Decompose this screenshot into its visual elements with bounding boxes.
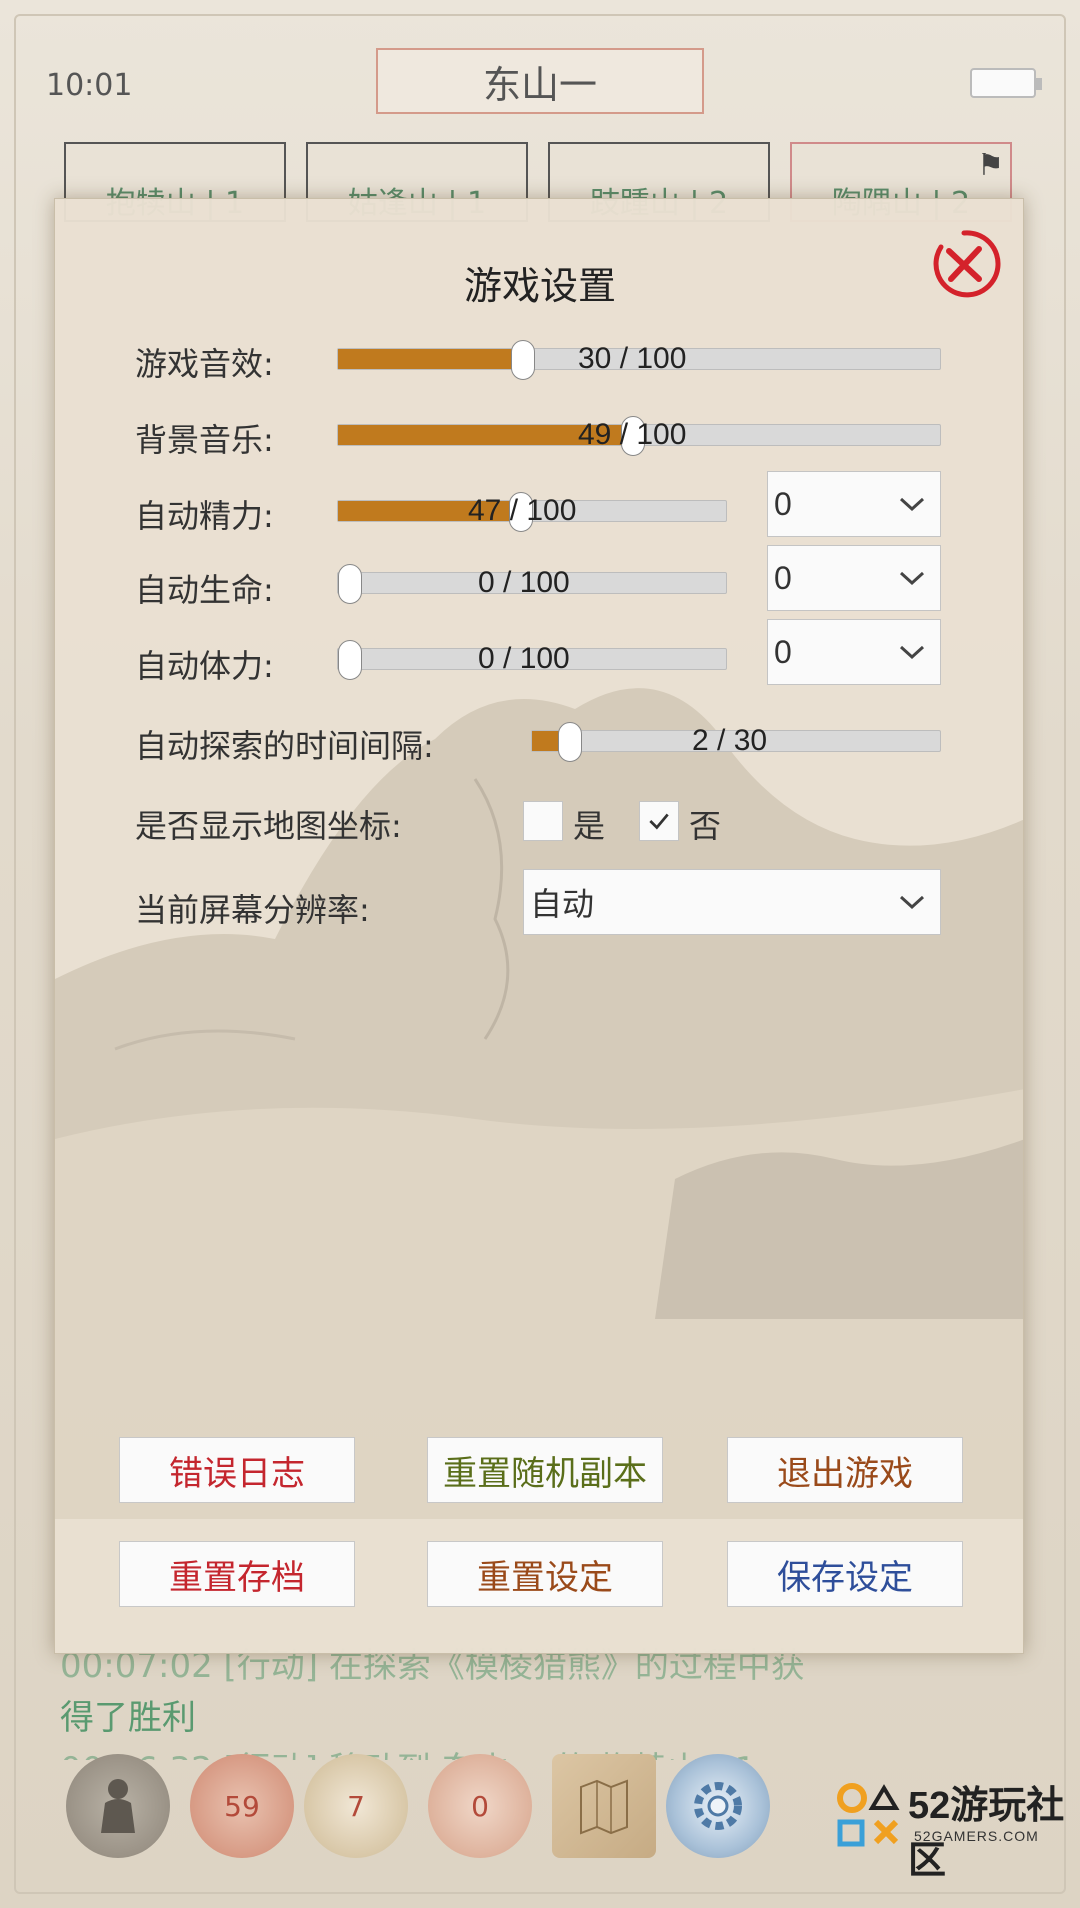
auto-stamina-select[interactable]: 0 bbox=[767, 619, 941, 685]
reset-settings-button[interactable]: 重置设定 bbox=[427, 1541, 663, 1607]
chevron-down-icon bbox=[899, 645, 925, 660]
slider-fill bbox=[338, 501, 521, 521]
map-icon[interactable] bbox=[552, 1754, 656, 1858]
gear-shape bbox=[694, 1782, 742, 1830]
chevron-down-icon bbox=[899, 571, 925, 586]
slider-thumb[interactable] bbox=[557, 722, 582, 762]
show-coords-label: 是否显示地图坐标: bbox=[135, 807, 402, 845]
character-silhouette bbox=[101, 1779, 135, 1833]
scroll-count: 0 bbox=[471, 1789, 489, 1823]
character-icon[interactable] bbox=[66, 1754, 170, 1858]
sound-effects-slider[interactable]: 30 / 100 bbox=[337, 340, 941, 380]
error-log-button[interactable]: 错误日志 bbox=[119, 1437, 355, 1503]
dice-count: 59 bbox=[224, 1789, 260, 1823]
map-lines bbox=[580, 1779, 628, 1835]
watermark: 52游玩社区 52GAMERS.COM bbox=[828, 1760, 1068, 1882]
show-coords-no-label: 否 bbox=[689, 807, 722, 845]
show-coords-yes-checkbox[interactable] bbox=[523, 801, 563, 841]
dialog-title: 游戏设置 bbox=[463, 264, 616, 308]
scroll-icon[interactable]: 0 bbox=[428, 1754, 532, 1858]
battery-icon bbox=[970, 68, 1042, 98]
resolution-select[interactable]: 自动 bbox=[523, 869, 941, 935]
chevron-down-icon bbox=[899, 497, 925, 512]
select-value: 0 bbox=[774, 559, 792, 596]
settings-gear-icon[interactable] bbox=[666, 1754, 770, 1858]
auto-energy-select[interactable]: 0 bbox=[767, 471, 941, 537]
auto-life-select[interactable]: 0 bbox=[767, 545, 941, 611]
slider-thumb[interactable] bbox=[511, 340, 536, 380]
slider-thumb[interactable] bbox=[621, 416, 646, 456]
slider-value: 30 / 100 bbox=[578, 342, 687, 375]
wings-count: 7 bbox=[347, 1789, 365, 1823]
auto-stamina-label: 自动体力: bbox=[135, 647, 274, 685]
watermark-url: 52GAMERS.COM bbox=[914, 1828, 1039, 1844]
slider-fill bbox=[338, 425, 633, 445]
reset-save-button[interactable]: 重置存档 bbox=[119, 1541, 355, 1607]
reset-random-dungeon-button[interactable]: 重置随机副本 bbox=[427, 1437, 663, 1503]
bgm-label: 背景音乐: bbox=[135, 421, 274, 459]
auto-life-label: 自动生命: bbox=[135, 571, 274, 609]
chevron-down-icon bbox=[899, 895, 925, 910]
select-value: 0 bbox=[774, 485, 792, 522]
slider-thumb[interactable] bbox=[338, 564, 362, 604]
flag-icon: ⚑ bbox=[977, 148, 1004, 183]
message-log: 00:07:02 [行动] 在探索《模棱猎熊》的过程中获 得了胜利 00:56:… bbox=[60, 1640, 1020, 1760]
show-coords-yes-label: 是 bbox=[573, 807, 606, 845]
quit-game-button[interactable]: 退出游戏 bbox=[727, 1437, 963, 1503]
log-line: 得了胜利 bbox=[60, 1698, 196, 1738]
show-coords-no-checkbox[interactable] bbox=[639, 801, 679, 841]
wings-icon[interactable]: 7 bbox=[304, 1754, 408, 1858]
dice-icon[interactable]: 59 bbox=[190, 1754, 294, 1858]
save-settings-button[interactable]: 保存设定 bbox=[727, 1541, 963, 1607]
close-icon[interactable] bbox=[927, 227, 1001, 301]
settings-dialog: 游戏设置 游戏音效: 30 / 100 背景音乐: 49 / 100 自动精力:… bbox=[54, 198, 1024, 1654]
select-value: 0 bbox=[774, 633, 792, 670]
slider-thumb[interactable] bbox=[509, 492, 534, 532]
bottom-toolbar: 59 7 0 bbox=[54, 1754, 794, 1874]
slider-fill bbox=[532, 731, 560, 751]
slider-fill bbox=[338, 349, 519, 369]
auto-energy-slider[interactable]: 47 / 100 bbox=[337, 492, 727, 532]
location-title: 东山一 bbox=[376, 48, 704, 114]
explore-interval-slider[interactable]: 2 / 30 bbox=[531, 722, 941, 762]
slider-value: 0 / 100 bbox=[478, 566, 570, 599]
bgm-slider[interactable]: 49 / 100 bbox=[337, 416, 941, 456]
check-icon bbox=[649, 813, 669, 830]
watermark-logo-icon bbox=[837, 1783, 900, 1847]
explore-interval-label: 自动探索的时间间隔: bbox=[135, 727, 434, 765]
auto-stamina-slider[interactable]: 0 / 100 bbox=[337, 640, 727, 680]
auto-life-slider[interactable]: 0 / 100 bbox=[337, 564, 727, 604]
select-value: 自动 bbox=[530, 886, 595, 922]
resolution-label: 当前屏幕分辨率: bbox=[135, 891, 370, 929]
clock: 10:01 bbox=[46, 68, 133, 103]
sound-effects-label: 游戏音效: bbox=[135, 345, 274, 383]
auto-energy-label: 自动精力: bbox=[135, 497, 274, 535]
slider-thumb[interactable] bbox=[338, 640, 362, 680]
